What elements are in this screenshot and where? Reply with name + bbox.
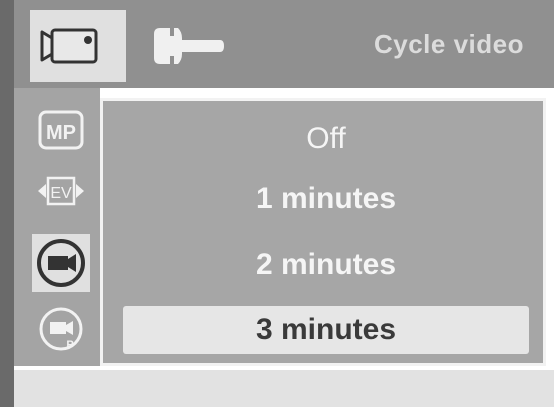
camera-menu-screen: Cycle video MP EV P Off 1 minutes 2 minu… bbox=[0, 0, 554, 407]
tab-setup[interactable] bbox=[140, 10, 236, 82]
megapixel-label: MP bbox=[46, 122, 76, 144]
sidebar-item-video-power[interactable]: P bbox=[36, 304, 86, 354]
exposure-value-icon: EV bbox=[38, 176, 84, 206]
top-menu-bar: Cycle video bbox=[14, 0, 554, 88]
option-off[interactable]: Off bbox=[123, 115, 529, 163]
option-3-minutes[interactable]: 3 minutes bbox=[123, 306, 529, 354]
page-title: Cycle video bbox=[373, 29, 524, 59]
option-2-minutes[interactable]: 2 minutes bbox=[123, 241, 529, 289]
bottom-status-bar bbox=[14, 370, 554, 407]
megapixel-icon: MP bbox=[38, 110, 84, 150]
sidebar-item-megapixel[interactable]: MP bbox=[36, 106, 86, 156]
settings-sidebar: MP EV P bbox=[14, 88, 100, 370]
tab-video[interactable] bbox=[30, 10, 126, 82]
sidebar-item-cycle-video[interactable] bbox=[32, 234, 90, 292]
video-power-label: P bbox=[66, 339, 73, 351]
sidebar-item-exposure[interactable]: EV bbox=[36, 166, 86, 216]
wrench-icon bbox=[154, 28, 224, 64]
cycle-video-icon bbox=[37, 239, 85, 287]
cycle-video-options-panel: Off 1 minutes 2 minutes 3 minutes bbox=[100, 98, 546, 366]
left-edge-strip bbox=[0, 0, 14, 407]
video-camera-icon bbox=[40, 28, 98, 64]
option-1-minutes[interactable]: 1 minutes bbox=[123, 175, 529, 223]
exposure-label: EV bbox=[50, 185, 72, 202]
video-power-icon: P bbox=[39, 307, 83, 351]
